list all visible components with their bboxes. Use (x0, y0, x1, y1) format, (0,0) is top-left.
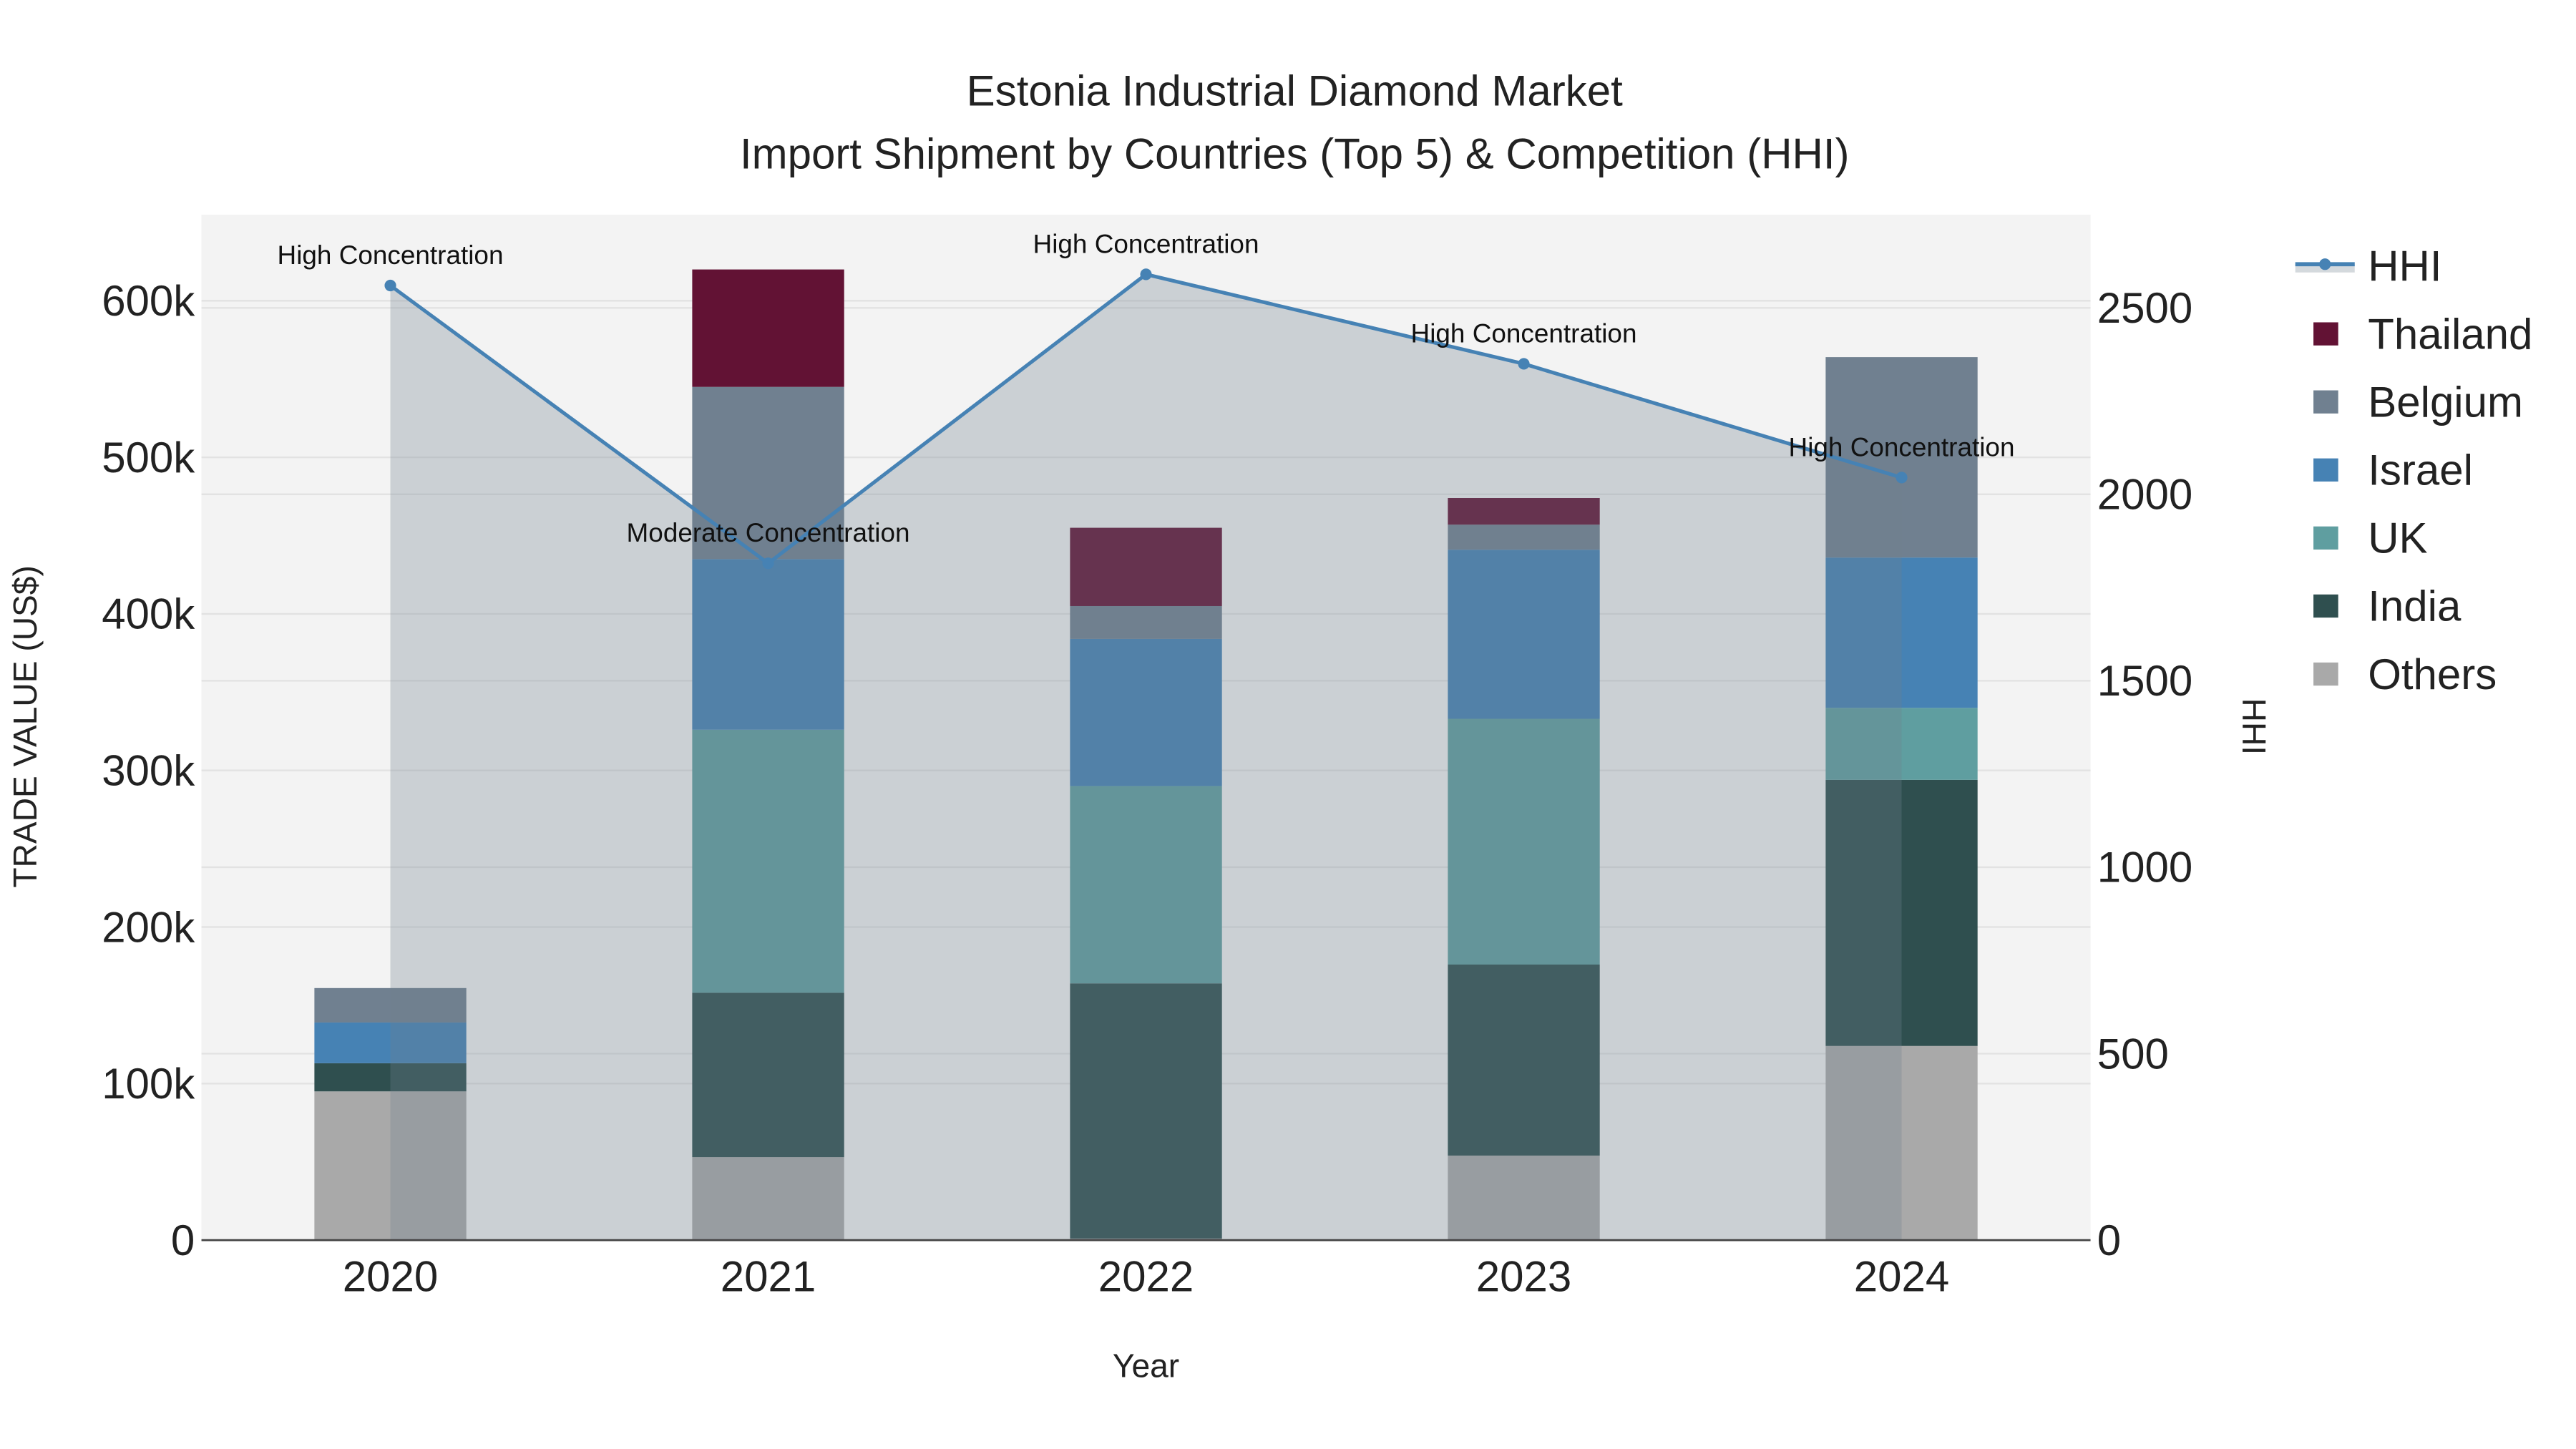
hhi-point-2023[interactable] (1518, 358, 1530, 370)
y2-tick-label: 500 (2097, 1030, 2169, 1078)
y-tick-label: 300k (102, 746, 195, 794)
legend-label-uk[interactable]: UK (2368, 514, 2427, 562)
x-tick-label: 2024 (1854, 1253, 1949, 1301)
y2-tick-label: 0 (2097, 1216, 2121, 1264)
hhi-annotation: Moderate Concentration (627, 518, 910, 547)
y2-tick-label: 1000 (2097, 844, 2192, 892)
hhi-point-2024[interactable] (1896, 472, 1908, 484)
y-tick-label: 200k (102, 903, 195, 951)
y-tick-label: 500k (102, 434, 195, 482)
legend-label-india[interactable]: India (2368, 582, 2462, 630)
y2-axis-title: HHI (2235, 698, 2273, 755)
y-tick-label: 600k (102, 277, 195, 325)
legend-swatch-others (2313, 662, 2338, 686)
legend-hhi-marker-icon (2319, 258, 2331, 270)
y2-tick-label: 1500 (2097, 657, 2192, 705)
y-tick-label: 400k (102, 590, 195, 638)
x-axis-title: Year (1113, 1347, 1179, 1385)
legend-label-hhi[interactable]: HHI (2368, 242, 2441, 290)
hhi-annotation: High Concentration (278, 240, 504, 270)
x-tick-label: 2022 (1098, 1253, 1194, 1301)
chart-title: Estonia Industrial Diamond Market (967, 67, 1623, 115)
hhi-annotation: High Concentration (1411, 318, 1637, 348)
hhi-point-2021[interactable] (762, 557, 774, 570)
legend-swatch-india (2313, 594, 2338, 618)
hhi-annotation: High Concentration (1033, 229, 1259, 258)
legend: HHI Thailand Belgium Israel UK India Others (2295, 242, 2532, 698)
hhi-point-2022[interactable] (1140, 268, 1152, 280)
y-tick-label: 0 (171, 1216, 195, 1264)
hhi-point-2020[interactable] (384, 279, 396, 292)
legend-label-others[interactable]: Others (2368, 650, 2497, 698)
legend-swatch-israel (2313, 458, 2338, 482)
x-tick-label: 2020 (343, 1253, 438, 1301)
y2-tick-label: 2000 (2097, 471, 2192, 519)
legend-label-belgium[interactable]: Belgium (2368, 378, 2523, 426)
legend-swatch-belgium (2313, 390, 2338, 414)
legend-label-thailand[interactable]: Thailand (2368, 310, 2532, 358)
y2-tick-label: 2500 (2097, 284, 2192, 332)
bar-thailand-2021[interactable] (692, 269, 844, 387)
chart: Estonia Industrial Diamond Market Import… (6, 67, 2533, 1385)
x-tick-label: 2021 (721, 1253, 816, 1301)
legend-swatch-uk (2313, 526, 2338, 550)
hhi-annotation: High Concentration (1789, 432, 2015, 462)
y-axis-title: TRADE VALUE (US$) (6, 565, 44, 887)
x-tick-label: 2023 (1476, 1253, 1571, 1301)
legend-label-israel[interactable]: Israel (2368, 447, 2473, 494)
legend-swatch-thailand (2313, 322, 2338, 346)
chart-subtitle: Import Shipment by Countries (Top 5) & C… (740, 130, 1850, 177)
y-tick-label: 100k (102, 1060, 195, 1108)
